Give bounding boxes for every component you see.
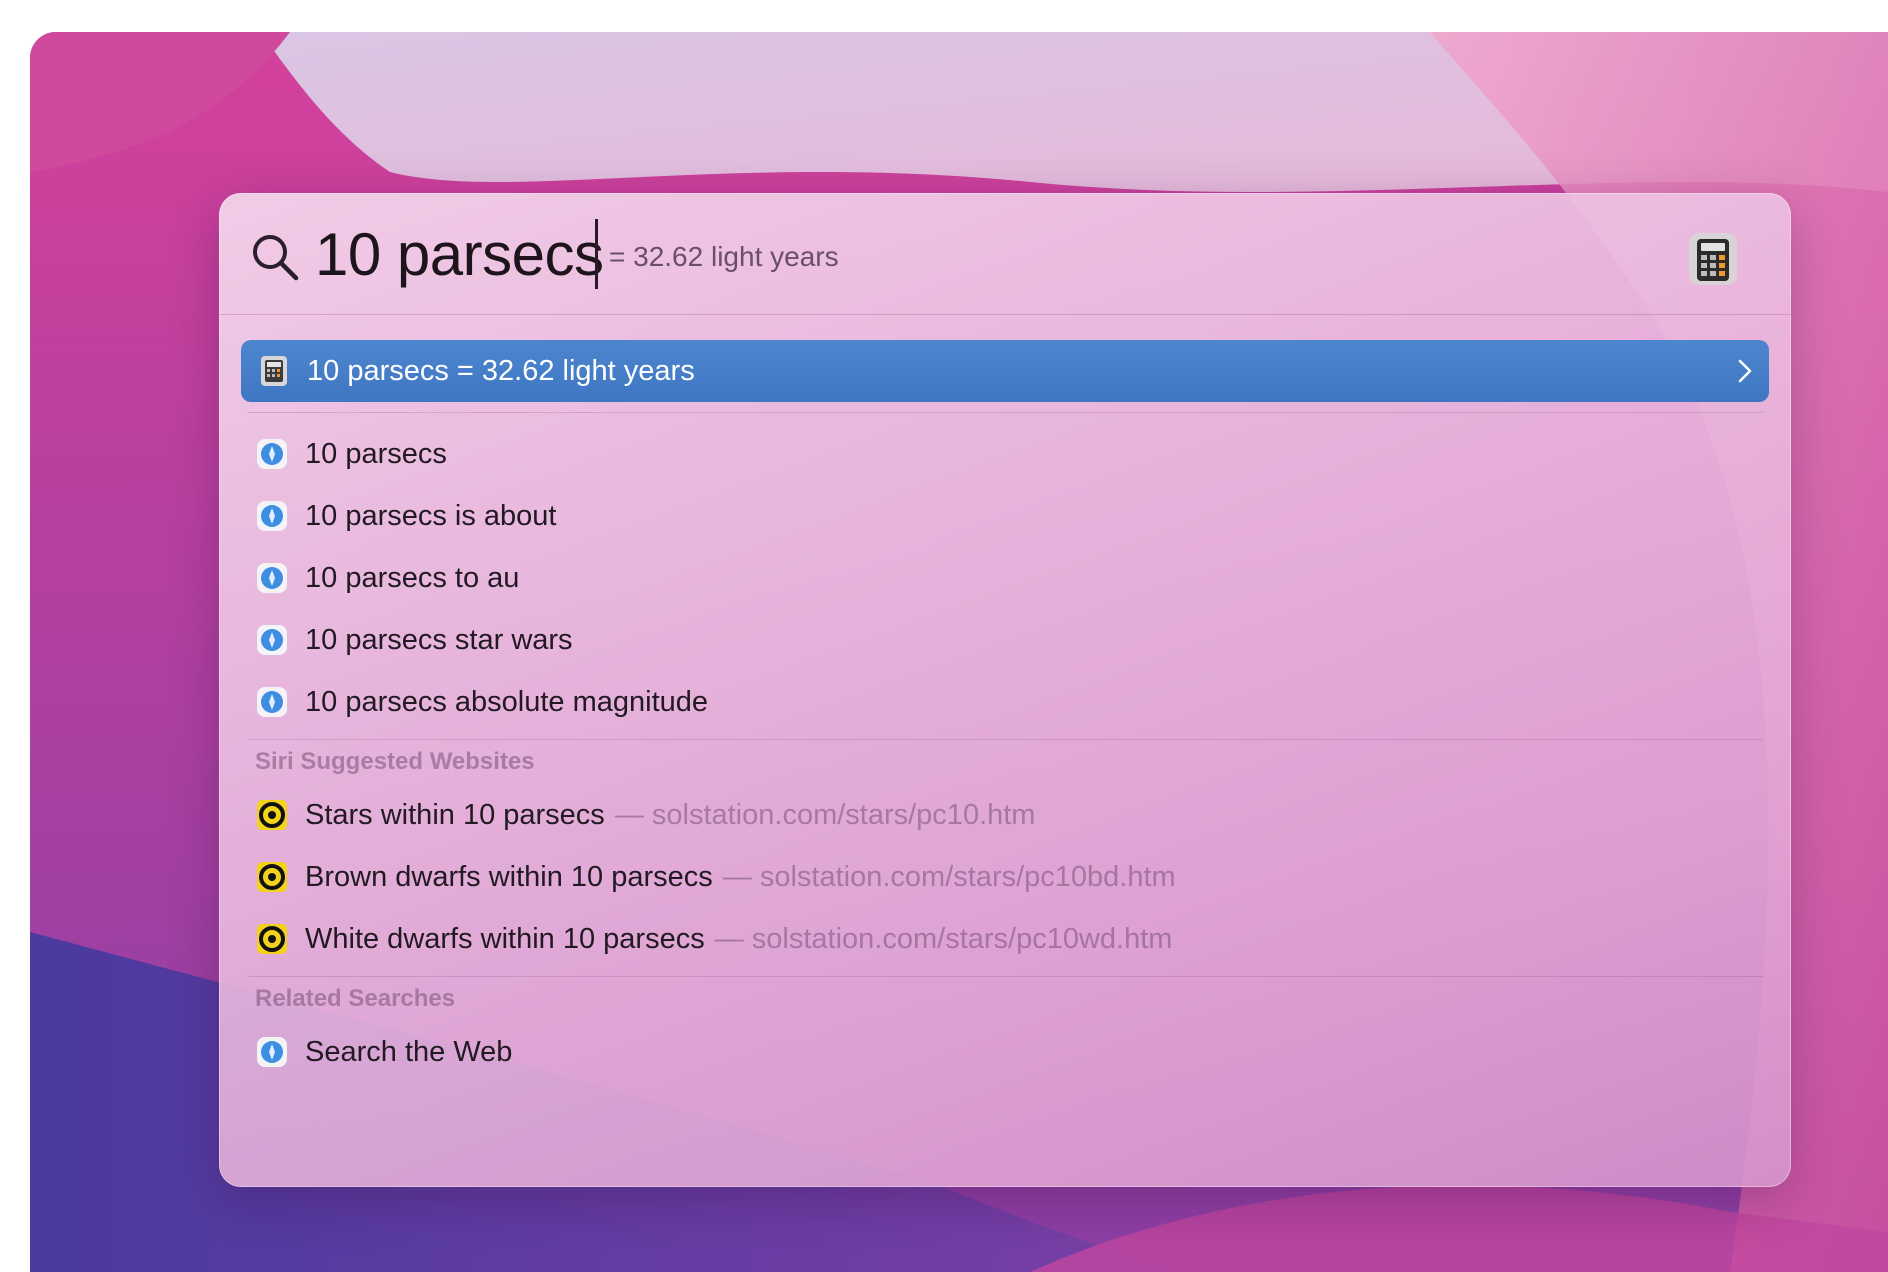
safari-icon bbox=[257, 563, 287, 593]
safari-icon bbox=[257, 625, 287, 655]
spotlight-panel: 10 parsecs = 32.62 light years 10 parsec… bbox=[219, 193, 1791, 1187]
search-icon bbox=[253, 235, 299, 281]
website-item[interactable]: Stars within 10 parsecs — solstation.com… bbox=[241, 784, 1769, 846]
website-item[interactable]: White dwarfs within 10 parsecs — solstat… bbox=[241, 908, 1769, 970]
suggestion-label: 10 parsecs star wars bbox=[305, 624, 573, 656]
top-hit-label: 10 parsecs = 32.62 light years bbox=[307, 355, 695, 387]
website-title: White dwarfs within 10 parsecs bbox=[305, 923, 705, 955]
desktop-wallpaper: 10 parsecs = 32.62 light years 10 parsec… bbox=[30, 32, 1888, 1272]
section-title-related-searches: Related Searches bbox=[255, 985, 456, 1012]
search-the-web-item[interactable]: Search the Web bbox=[241, 1021, 1769, 1083]
search-the-web-label: Search the Web bbox=[305, 1036, 513, 1068]
chevron-right-icon bbox=[1738, 359, 1752, 383]
safari-icon bbox=[257, 1037, 287, 1067]
inline-conversion-result: = 32.62 light years bbox=[609, 241, 839, 272]
calculator-app-icon[interactable] bbox=[1685, 231, 1741, 287]
safari-icon bbox=[257, 501, 287, 531]
suggestion-label: 10 parsecs absolute magnitude bbox=[305, 686, 709, 718]
suggestion-label: 10 parsecs bbox=[305, 438, 447, 470]
results-list: 10 parsecs = 32.62 light years 10 parsec… bbox=[241, 340, 1769, 1083]
search-input[interactable]: 10 parsecs bbox=[315, 215, 604, 295]
website-url: — solstation.com/stars/pc10bd.htm bbox=[722, 860, 1176, 893]
solstation-icon bbox=[257, 924, 287, 954]
website-url: — solstation.com/stars/pc10.htm bbox=[614, 798, 1036, 831]
solstation-icon bbox=[257, 800, 287, 830]
website-url: — solstation.com/stars/pc10wd.htm bbox=[714, 922, 1173, 955]
suggestion-item[interactable]: 10 parsecs star wars bbox=[241, 609, 1769, 671]
website-item[interactable]: Brown dwarfs within 10 parsecs — solstat… bbox=[241, 846, 1769, 908]
text-caret bbox=[595, 219, 598, 289]
suggestion-item[interactable]: 10 parsecs bbox=[241, 423, 1769, 485]
search-bar[interactable]: 10 parsecs = 32.62 light years bbox=[219, 193, 1791, 315]
section-title-siri-websites: Siri Suggested Websites bbox=[255, 748, 535, 775]
suggestion-label: 10 parsecs to au bbox=[305, 562, 520, 594]
safari-icon bbox=[257, 687, 287, 717]
website-title: Stars within 10 parsecs bbox=[305, 799, 605, 831]
safari-icon bbox=[257, 439, 287, 469]
website-title: Brown dwarfs within 10 parsecs bbox=[305, 861, 713, 893]
solstation-icon bbox=[257, 862, 287, 892]
top-hit-result[interactable]: 10 parsecs = 32.62 light years bbox=[241, 340, 1769, 402]
calculator-icon bbox=[261, 356, 287, 386]
divider bbox=[247, 412, 1763, 413]
suggestion-item[interactable]: 10 parsecs to au bbox=[241, 547, 1769, 609]
suggestion-item[interactable]: 10 parsecs absolute magnitude bbox=[241, 671, 1769, 733]
suggestion-label: 10 parsecs is about bbox=[305, 500, 557, 532]
suggestion-item[interactable]: 10 parsecs is about bbox=[241, 485, 1769, 547]
